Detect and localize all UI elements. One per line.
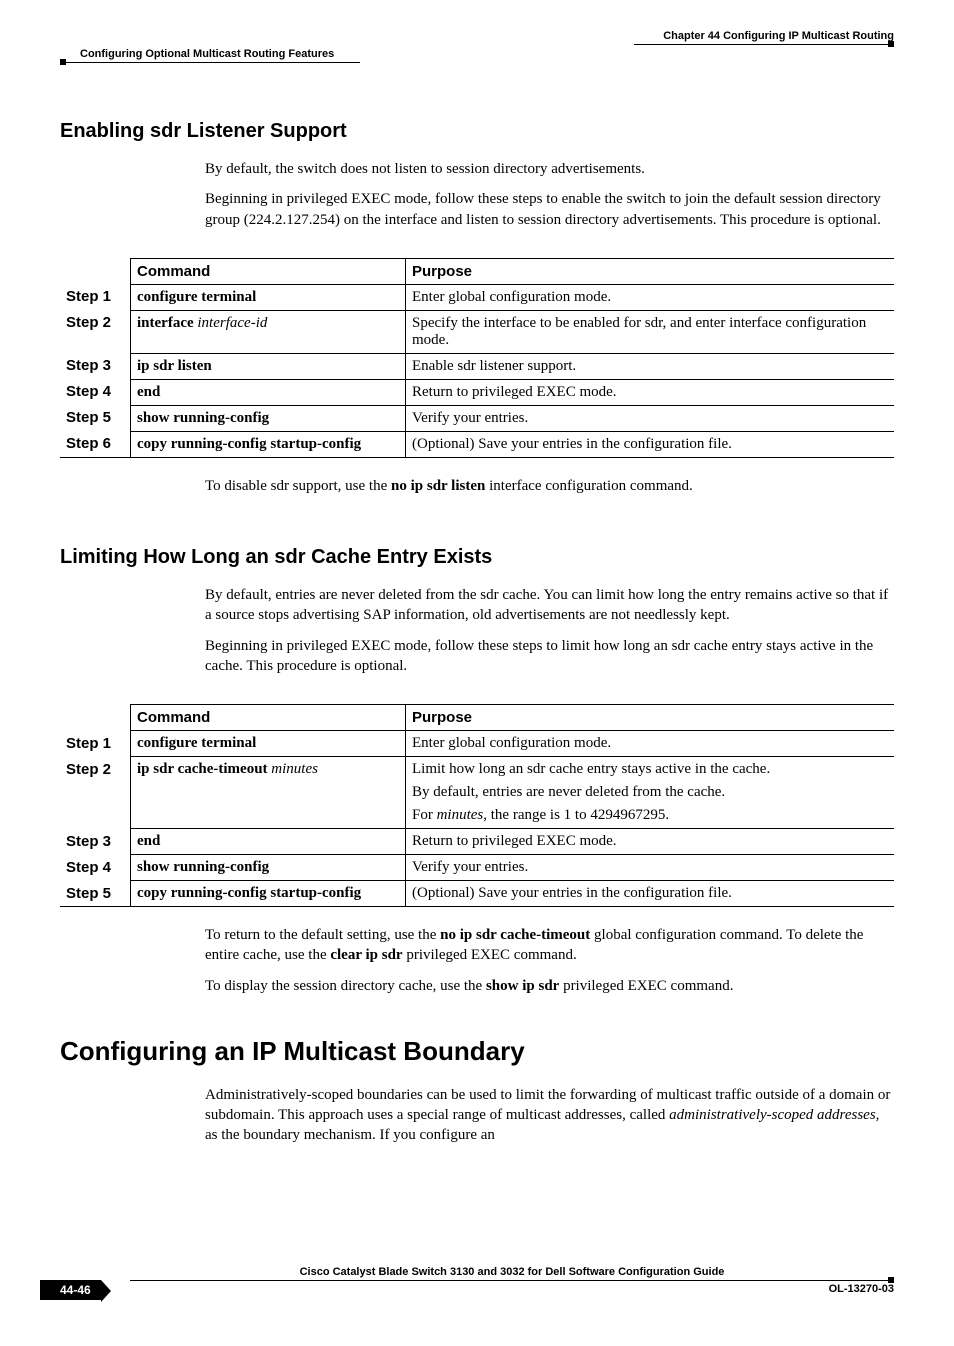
command-text: end xyxy=(137,833,160,849)
step-label: Step 3 xyxy=(60,829,131,855)
purpose-text: Enable sdr listener support. xyxy=(406,353,895,379)
header-chapter: Chapter 44 Configuring IP Multicast Rout… xyxy=(663,30,894,42)
table-row: Step 1 configure terminal Enter global c… xyxy=(60,731,894,757)
table-row: Step 3 end Return to privileged EXEC mod… xyxy=(60,829,894,855)
body-text: To display the session directory cache, … xyxy=(205,976,894,996)
purpose-text: Return to privileged EXEC mode. xyxy=(406,829,895,855)
step-label: Step 4 xyxy=(60,379,131,405)
body-text: Administratively-scoped boundaries can b… xyxy=(205,1085,894,1146)
column-header: Command xyxy=(131,705,406,731)
table-row: Step 2 ip sdr cache-timeout minutes Limi… xyxy=(60,757,894,829)
command-text: interface xyxy=(137,315,197,331)
command-arg: interface-id xyxy=(197,315,267,331)
table-header-row: Command Purpose xyxy=(60,258,894,284)
command-table-2: Command Purpose Step 1 configure termina… xyxy=(60,704,894,907)
header-subsection: Configuring Optional Multicast Routing F… xyxy=(80,48,334,60)
page-header: Chapter 44 Configuring IP Multicast Rout… xyxy=(60,30,894,70)
heading-enabling-sdr: Enabling sdr Listener Support xyxy=(60,120,894,143)
command-text: show running-config xyxy=(137,410,269,426)
table-row: Step 4 show running-config Verify your e… xyxy=(60,855,894,881)
command-text: ip sdr cache-timeout xyxy=(137,761,271,777)
table-row: Step 3 ip sdr listen Enable sdr listener… xyxy=(60,353,894,379)
column-header: Command xyxy=(131,258,406,284)
heading-limiting-sdr-cache: Limiting How Long an sdr Cache Entry Exi… xyxy=(60,546,894,569)
purpose-text: Verify your entries. xyxy=(406,855,895,881)
footer-doc-id: OL-13270-03 xyxy=(829,1283,894,1295)
body-text: By default, entries are never deleted fr… xyxy=(205,585,894,626)
step-label: Step 5 xyxy=(60,881,131,907)
step-label: Step 1 xyxy=(60,731,131,757)
command-text: copy running-config startup-config xyxy=(137,436,361,452)
step-label: Step 6 xyxy=(60,431,131,457)
purpose-text: (Optional) Save your entries in the conf… xyxy=(406,431,895,457)
body-text: To disable sdr support, use the no ip sd… xyxy=(205,476,894,496)
command-text: show running-config xyxy=(137,859,269,875)
column-header: Purpose xyxy=(406,705,895,731)
step-label: Step 5 xyxy=(60,405,131,431)
footer-guide-title: Cisco Catalyst Blade Switch 3130 and 303… xyxy=(130,1266,894,1278)
body-text: By default, the switch does not listen t… xyxy=(205,159,894,179)
table-row: Step 1 configure terminal Enter global c… xyxy=(60,284,894,310)
command-text: configure terminal xyxy=(137,735,256,751)
table-row: Step 6 copy running-config startup-confi… xyxy=(60,431,894,457)
command-text: copy running-config startup-config xyxy=(137,885,361,901)
command-text: end xyxy=(137,384,160,400)
command-arg: minutes xyxy=(271,761,318,777)
command-text: ip sdr listen xyxy=(137,358,212,374)
page-footer: Cisco Catalyst Blade Switch 3130 and 303… xyxy=(60,1266,894,1316)
purpose-text: (Optional) Save your entries in the conf… xyxy=(406,881,895,907)
table-row: Step 5 show running-config Verify your e… xyxy=(60,405,894,431)
page-number: 44-46 xyxy=(40,1280,101,1300)
step-label: Step 2 xyxy=(60,310,131,353)
body-text: Beginning in privileged EXEC mode, follo… xyxy=(205,636,894,677)
table-row: Step 4 end Return to privileged EXEC mod… xyxy=(60,379,894,405)
command-text: configure terminal xyxy=(137,289,256,305)
step-label: Step 3 xyxy=(60,353,131,379)
step-label: Step 2 xyxy=(60,757,131,829)
purpose-text: Specify the interface to be enabled for … xyxy=(406,310,895,353)
table-row: Step 5 copy running-config startup-confi… xyxy=(60,881,894,907)
step-label: Step 1 xyxy=(60,284,131,310)
command-table-1: Command Purpose Step 1 configure termina… xyxy=(60,258,894,458)
heading-configuring-boundary: Configuring an IP Multicast Boundary xyxy=(60,1036,894,1067)
body-text: To return to the default setting, use th… xyxy=(205,925,894,966)
table-header-row: Command Purpose xyxy=(60,705,894,731)
purpose-text: Limit how long an sdr cache entry stays … xyxy=(406,757,895,829)
purpose-text: Return to privileged EXEC mode. xyxy=(406,379,895,405)
purpose-text: Enter global configuration mode. xyxy=(406,731,895,757)
purpose-text: Verify your entries. xyxy=(406,405,895,431)
table-row: Step 2 interface interface-id Specify th… xyxy=(60,310,894,353)
body-text: Beginning in privileged EXEC mode, follo… xyxy=(205,189,894,230)
column-header: Purpose xyxy=(406,258,895,284)
step-label: Step 4 xyxy=(60,855,131,881)
purpose-text: Enter global configuration mode. xyxy=(406,284,895,310)
